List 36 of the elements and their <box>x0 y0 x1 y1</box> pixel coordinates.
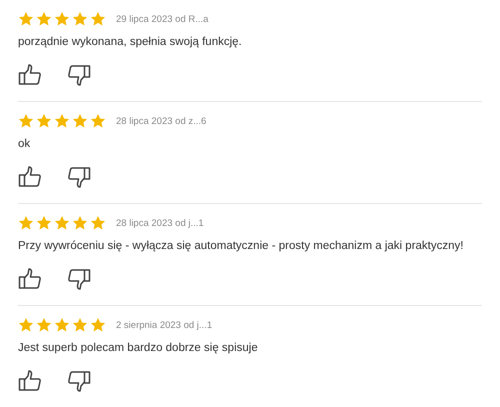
thumbs-up-icon[interactable] <box>18 369 42 393</box>
thumbs-down-icon[interactable] <box>67 267 91 291</box>
star-icon <box>72 215 88 231</box>
star-icon <box>54 317 70 333</box>
star-icon <box>36 317 52 333</box>
star-icon <box>72 317 88 333</box>
star-icon <box>90 113 106 129</box>
review-date-author: 2 sierpnia 2023 od j...1 <box>116 320 212 330</box>
star-icon <box>72 113 88 129</box>
review-text: Jest superb polecam bardzo dobrze się spisuje <box>18 341 258 356</box>
thumbs-up-icon[interactable] <box>18 267 42 291</box>
star-icon <box>18 11 34 27</box>
star-icon <box>90 317 106 333</box>
thumbs-up-icon[interactable] <box>18 165 42 189</box>
star-icon <box>18 113 34 129</box>
review-text: Przy wywróceniu się - wyłącza się automatycznie - prosty mechanizm a jaki praktyczny! <box>18 239 464 254</box>
review-date-author: 29 lipca 2023 od R...a <box>116 14 208 24</box>
review-date-author: 28 lipca 2023 od z...6 <box>116 116 206 126</box>
star-icon <box>54 113 70 129</box>
star-icon <box>54 215 70 231</box>
review-text: ok <box>18 137 30 152</box>
star-icon <box>90 215 106 231</box>
star-icon <box>36 113 52 129</box>
star-icon <box>36 215 52 231</box>
review-date-author: 28 lipca 2023 od j...1 <box>116 218 204 228</box>
thumbs-down-icon[interactable] <box>67 369 91 393</box>
star-icon <box>18 215 34 231</box>
thumbs-down-icon[interactable] <box>67 165 91 189</box>
star-icon <box>36 11 52 27</box>
star-icon <box>72 11 88 27</box>
star-icon <box>18 317 34 333</box>
thumbs-up-icon[interactable] <box>18 63 42 87</box>
thumbs-down-icon[interactable] <box>67 63 91 87</box>
review-text: porządnie wykonana, spełnia swoją funkcję. <box>18 35 242 50</box>
star-icon <box>90 11 106 27</box>
star-icon <box>54 11 70 27</box>
